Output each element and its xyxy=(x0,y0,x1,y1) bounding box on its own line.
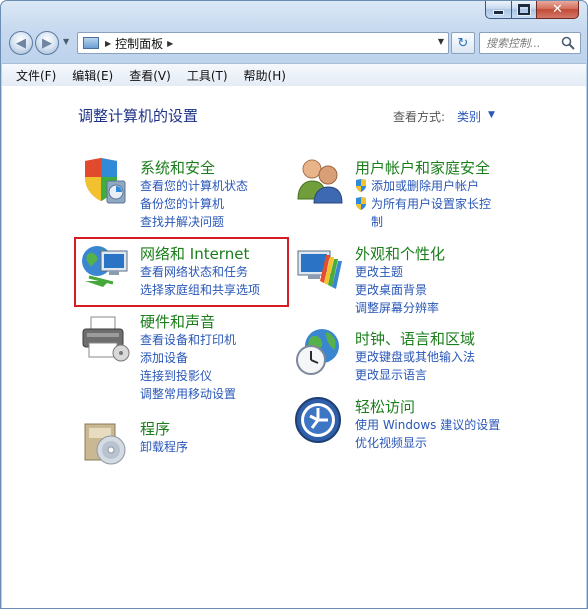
category-title-appearance[interactable]: 外观和个性化 xyxy=(355,243,445,264)
caption-buttons: ✕ xyxy=(485,1,579,19)
link-change-keyboard[interactable]: 更改键盘或其他输入法 xyxy=(355,348,475,366)
link-uninstall-program[interactable]: 卸载程序 xyxy=(140,438,188,456)
address-bar[interactable]: ▶ 控制面板 ▶ ▼ xyxy=(77,32,449,54)
link-screen-resolution[interactable]: 调整屏幕分辨率 xyxy=(355,299,439,317)
highlight-box xyxy=(74,237,289,307)
link-connect-projector[interactable]: 连接到投影仪 xyxy=(140,367,212,385)
category-title-system-security[interactable]: 系统和安全 xyxy=(140,157,215,178)
breadcrumb-arrow-icon[interactable]: ▶ xyxy=(105,39,111,48)
content-area: 调整计算机的设置 查看方式: 类别 ▼ 系统和安全 查看您的计算机状态 备份您的… xyxy=(2,86,586,608)
recent-pages-dropdown-icon[interactable]: ▼ xyxy=(63,37,69,46)
link-parental-controls[interactable]: 为所有用户设置家长控 xyxy=(355,195,491,213)
search-icon[interactable] xyxy=(561,36,575,50)
menu-file[interactable]: 文件(F) xyxy=(8,67,64,84)
link-view-computer-status[interactable]: 查看您的计算机状态 xyxy=(140,177,248,195)
breadcrumb-arrow-icon[interactable]: ▶ xyxy=(167,39,173,48)
control-panel-window: ✕ ◀ ▶ ▼ ▶ 控制面板 ▶ ▼ ↻ 文件(F) 编辑(E) 查看(V) 工… xyxy=(0,0,588,609)
minimize-button[interactable] xyxy=(485,1,511,19)
forward-arrow-icon: ▶ xyxy=(42,35,52,51)
link-label: 添加或删除用户帐户 xyxy=(371,179,480,193)
control-panel-icon xyxy=(83,37,99,49)
category-title-hardware-sound[interactable]: 硬件和声音 xyxy=(140,311,215,332)
link-change-background[interactable]: 更改桌面背景 xyxy=(355,281,427,299)
search-input[interactable] xyxy=(486,36,560,50)
close-button[interactable]: ✕ xyxy=(536,1,579,19)
maximize-icon xyxy=(518,4,530,15)
view-by-dropdown-icon[interactable]: ▼ xyxy=(488,110,495,120)
link-backup-computer[interactable]: 备份您的计算机 xyxy=(140,195,224,213)
minimize-icon xyxy=(493,10,504,15)
link-parental-controls-cont[interactable]: 制 xyxy=(371,213,383,231)
category-title-clock-region[interactable]: 时钟、语言和区域 xyxy=(355,328,475,349)
category-title-ease-of-access[interactable]: 轻松访问 xyxy=(355,396,415,417)
link-optimize-display[interactable]: 优化视频显示 xyxy=(355,434,427,452)
menu-bar: 文件(F) 编辑(E) 查看(V) 工具(T) 帮助(H) xyxy=(2,63,586,87)
printer-icon[interactable] xyxy=(79,313,131,365)
menu-help[interactable]: 帮助(H) xyxy=(236,67,294,84)
category-title-programs[interactable]: 程序 xyxy=(140,418,170,439)
ease-of-access-icon[interactable] xyxy=(294,394,346,446)
link-devices-printers[interactable]: 查看设备和打印机 xyxy=(140,331,236,349)
forward-button[interactable]: ▶ xyxy=(35,31,59,55)
back-arrow-icon: ◀ xyxy=(16,35,26,51)
view-by-label: 查看方式: xyxy=(393,110,446,124)
refresh-icon: ↻ xyxy=(457,35,469,51)
address-dropdown-icon[interactable]: ▼ xyxy=(438,37,444,46)
programs-icon[interactable] xyxy=(79,416,131,468)
appearance-monitor-icon[interactable] xyxy=(294,241,346,293)
link-label: 为所有用户设置家长控 xyxy=(371,197,492,211)
clock-globe-icon[interactable] xyxy=(294,326,346,378)
menu-view[interactable]: 查看(V) xyxy=(121,67,179,84)
link-change-theme[interactable]: 更改主题 xyxy=(355,263,403,281)
link-recommended-settings[interactable]: 使用 Windows 建议的设置 xyxy=(355,416,500,434)
back-button[interactable]: ◀ xyxy=(9,31,33,55)
menu-tools[interactable]: 工具(T) xyxy=(179,67,236,84)
breadcrumb-control-panel[interactable]: 控制面板 xyxy=(115,35,163,52)
category-title-user-accounts[interactable]: 用户帐户和家庭安全 xyxy=(355,157,490,178)
security-shield-icon[interactable] xyxy=(79,155,131,207)
search-box[interactable] xyxy=(479,32,581,54)
link-mobility-settings[interactable]: 调整常用移动设置 xyxy=(140,385,236,403)
link-add-device[interactable]: 添加设备 xyxy=(140,349,188,367)
maximize-button[interactable] xyxy=(511,1,536,19)
users-icon[interactable] xyxy=(294,155,346,207)
link-add-remove-accounts[interactable]: 添加或删除用户帐户 xyxy=(355,177,479,195)
page-title: 调整计算机的设置 xyxy=(78,107,199,125)
view-by-dropdown[interactable]: 类别 xyxy=(457,108,481,125)
uac-shield-icon xyxy=(356,179,366,192)
link-find-fix-problems[interactable]: 查找并解决问题 xyxy=(140,213,224,231)
refresh-button[interactable]: ↻ xyxy=(451,32,475,54)
uac-shield-icon xyxy=(356,197,366,210)
link-change-display-language[interactable]: 更改显示语言 xyxy=(355,366,427,384)
menu-edit[interactable]: 编辑(E) xyxy=(64,67,121,84)
navigation-bar: ◀ ▶ ▼ ▶ 控制面板 ▶ ▼ ↻ xyxy=(7,29,581,57)
